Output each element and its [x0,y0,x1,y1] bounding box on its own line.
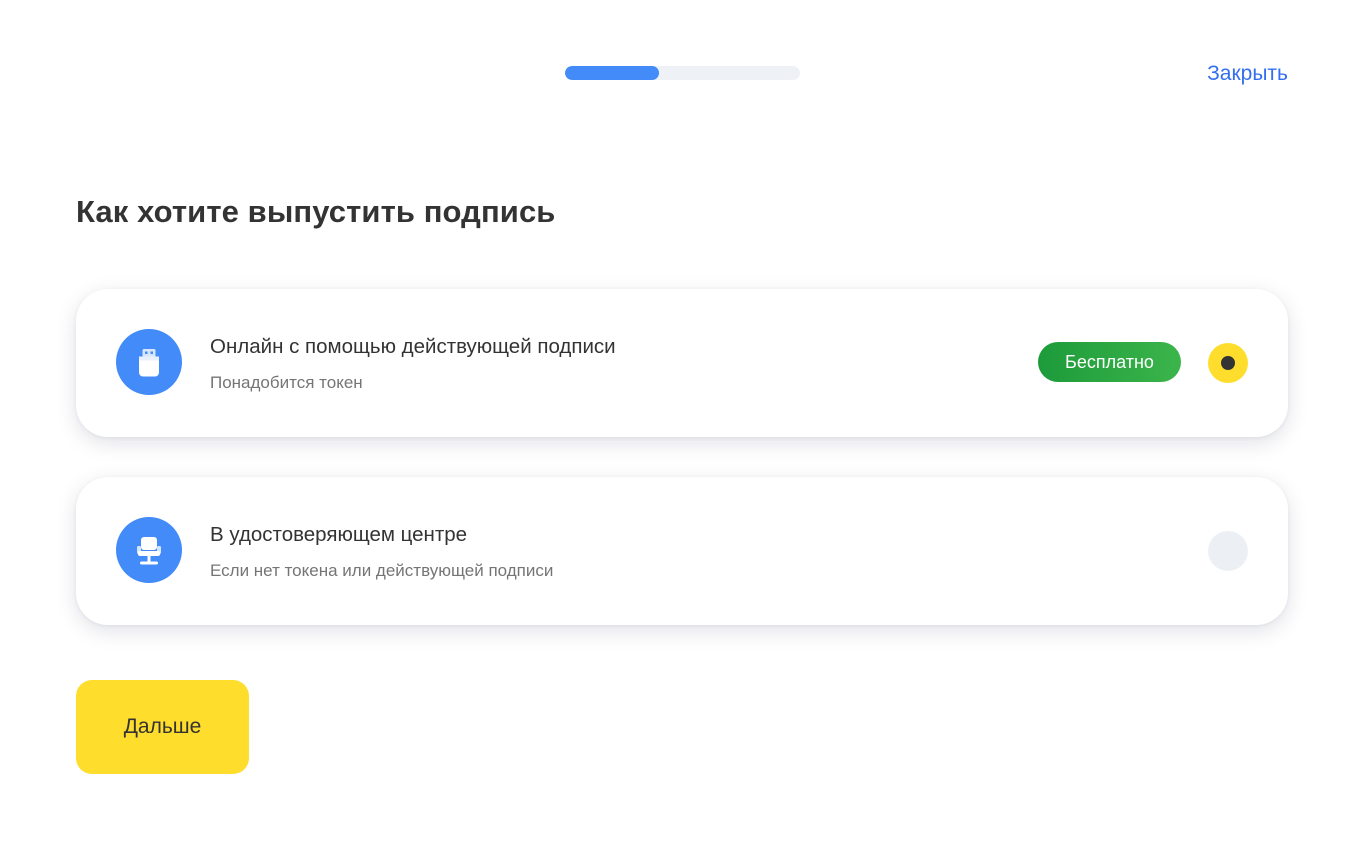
price-badge: Бесплатно [1038,342,1181,382]
office-chair-icon [116,517,182,583]
page-title: Как хотите выпустить подпись [76,194,556,229]
option-card-certification-center[interactable]: В удостоверяющем центре Если нет токена … [76,477,1288,625]
progress-bar-fill [565,66,659,80]
close-link[interactable]: Закрыть [1207,60,1288,88]
option-title: Онлайн с помощью действующей подписи [210,335,616,358]
option-subtitle: Понадобится токен [210,373,363,392]
option-subtitle: Если нет токена или действующей подписи [210,561,554,580]
radio-button-selected[interactable] [1208,343,1248,383]
next-button[interactable]: Дальше [76,680,249,774]
option-title: В удостоверяющем центре [210,523,468,546]
option-card-online[interactable]: Онлайн с помощью действующей подписи Пон… [76,289,1288,437]
usb-token-icon [116,329,182,395]
progress-bar [565,66,800,80]
radio-button-unselected[interactable] [1208,531,1248,571]
